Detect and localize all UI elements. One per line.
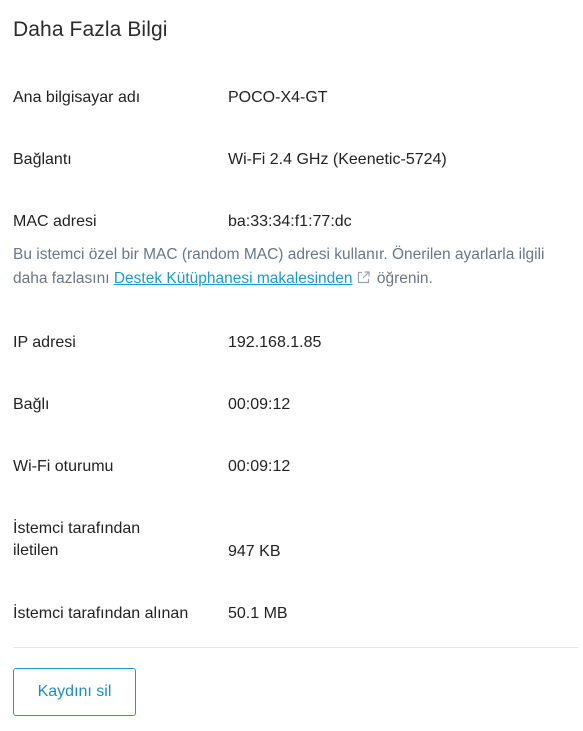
hostname-value: POCO-X4-GT xyxy=(228,89,328,106)
ip-label: IP adresi xyxy=(13,334,76,351)
mac-label: MAC adresi xyxy=(13,213,97,230)
connected-label: Bağlı xyxy=(13,396,50,413)
support-library-link[interactable]: Destek Kütüphanesi makalesinden xyxy=(114,270,353,287)
mac-value: ba:33:34:f1:77:dc xyxy=(228,213,352,230)
panel-title: Daha Fazla Bilgi xyxy=(13,18,168,41)
random-mac-note: Bu istemci özel bir MAC (random MAC) adr… xyxy=(13,243,579,293)
hostname-label: Ana bilgisayar adı xyxy=(13,89,141,106)
wifi-session-label: Wi-Fi oturumu xyxy=(13,458,114,475)
received-label: İstemci tarafından alınan xyxy=(13,605,189,622)
connection-label: Bağlantı xyxy=(13,151,72,168)
sent-value: 947 KB xyxy=(228,543,281,560)
random-mac-note-suffix: öğrenin. xyxy=(372,270,433,287)
connected-value: 00:09:12 xyxy=(228,396,291,413)
external-link-icon xyxy=(356,269,371,293)
client-info-panel: Daha Fazla Bilgi Ana bilgisayar adı POCO… xyxy=(0,0,583,731)
divider xyxy=(13,647,579,648)
connection-value: Wi-Fi 2.4 GHz (Keenetic-5724) xyxy=(228,151,447,168)
ip-value: 192.168.1.85 xyxy=(228,334,322,351)
sent-label: İstemci tarafından iletilen xyxy=(13,520,141,559)
received-value: 50.1 MB xyxy=(228,605,288,622)
wifi-session-value: 00:09:12 xyxy=(228,458,291,475)
delete-record-button[interactable]: Kaydını sil xyxy=(13,668,136,716)
